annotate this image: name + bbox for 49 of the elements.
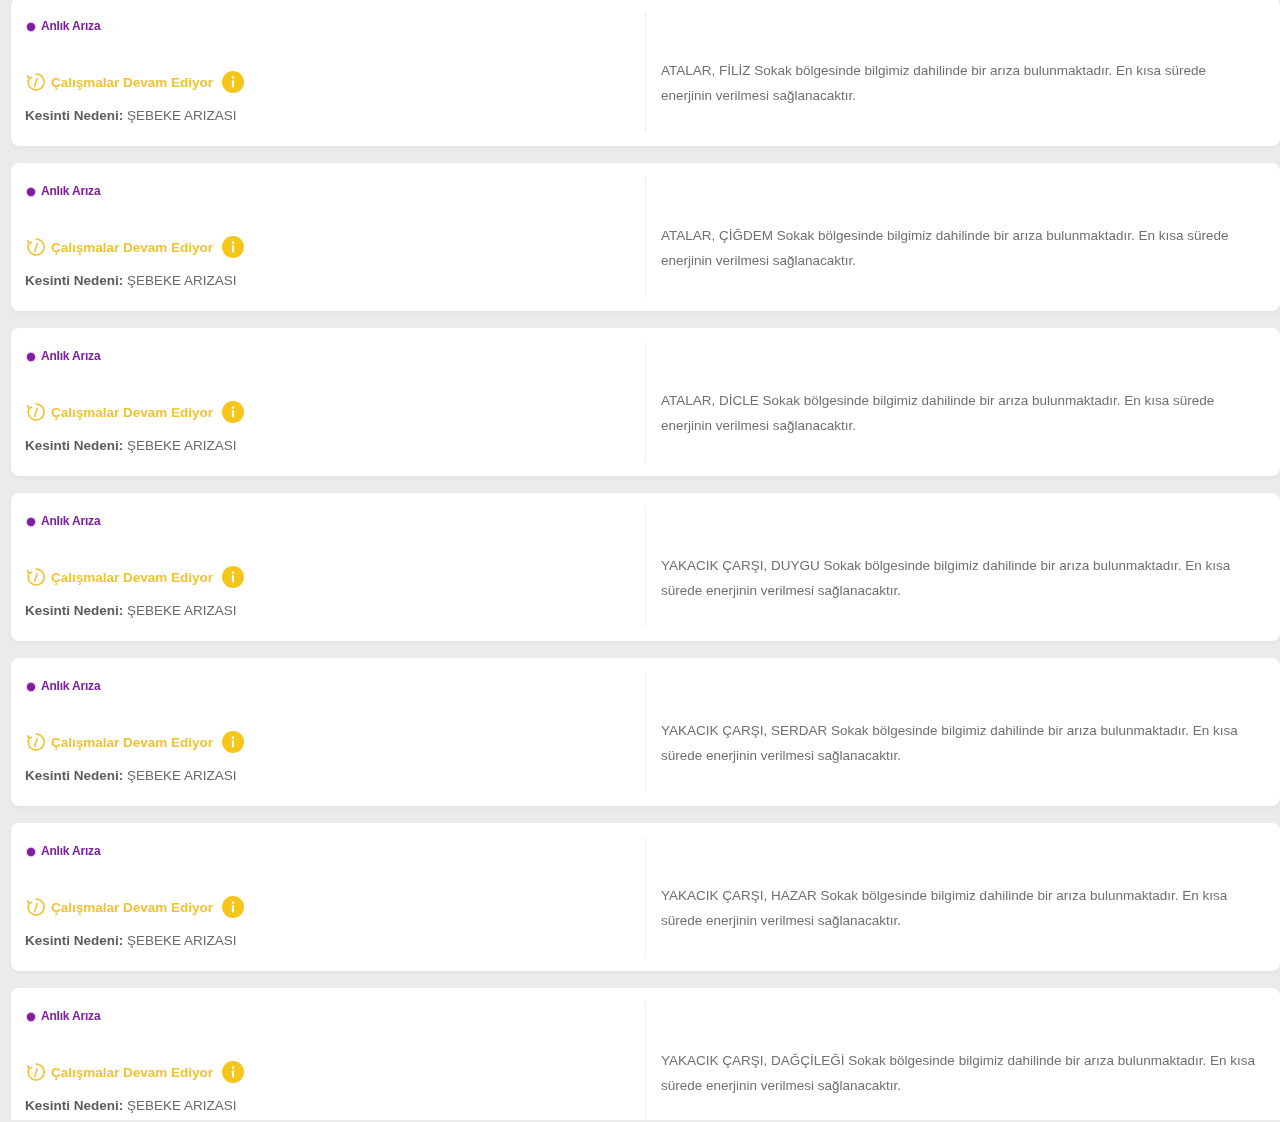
outage-cause: Kesinti Nedeni: ŞEBEKE ARIZASI	[25, 1097, 237, 1115]
outage-type: Anlık Arıza	[41, 19, 101, 33]
info-icon[interactable]	[222, 1061, 245, 1083]
info-icon[interactable]	[222, 236, 245, 258]
status-text: Çalışmalar Devam Ediyor	[51, 569, 214, 585]
outage-type: Anlık Arıza	[41, 514, 101, 528]
dot-icon	[25, 681, 37, 693]
dot-icon	[25, 351, 37, 363]
clock-icon	[26, 72, 46, 92]
clock-icon	[26, 732, 46, 752]
outage-description: YAKACIK ÇARŞI, DUYGU Sokak bölgesinde bilgimiz dahilinde bir arıza bulunmaktadır. En kısa sürede enerjinin verilmesi sağlanacaktır.	[661, 557, 1232, 600]
status-text: Çalışmalar Devam Ediyor	[51, 74, 214, 90]
dot-icon	[25, 516, 37, 528]
outage-description: ATALAR, FİLİZ Sokak bölgesinde bilgimiz dahilinde bir arıza bulunmaktadır. En kısa sürede enerjinin verilmesi sağlanacaktır.	[661, 62, 1208, 105]
status-text: Çalışmalar Devam Ediyor	[51, 404, 214, 420]
clock-icon	[26, 402, 46, 422]
outage-type: Anlık Arıza	[41, 1009, 101, 1023]
dot-icon	[25, 1011, 37, 1023]
status-text: Çalışmalar Devam Ediyor	[51, 1064, 214, 1080]
outage-description: YAKACIK ÇARŞI, HAZAR Sokak bölgesinde bilgimiz dahilinde bir arıza bulunmaktadır. En kısa sürede enerjinin verilmesi sağlanacaktır.	[661, 887, 1229, 930]
dot-icon	[25, 21, 37, 33]
outage-cause: Kesinti Nedeni: ŞEBEKE ARIZASI	[25, 107, 237, 125]
outage-description: ATALAR, DİCLE Sokak bölgesinde bilgimiz dahilinde bir arıza bulunmaktadır. En kısa sürede enerjinin verilmesi sağlanacaktır.	[661, 392, 1216, 435]
info-icon[interactable]	[222, 566, 245, 588]
dot-icon	[25, 846, 37, 858]
outage-cause: Kesinti Nedeni: ŞEBEKE ARIZASI	[25, 437, 237, 455]
outage-type: Anlık Arıza	[41, 679, 101, 693]
info-icon[interactable]	[222, 896, 245, 918]
info-icon[interactable]	[222, 731, 245, 753]
outage-cause: Kesinti Nedeni: ŞEBEKE ARIZASI	[25, 602, 237, 620]
status-text: Çalışmalar Devam Ediyor	[51, 239, 214, 255]
status-text: Çalışmalar Devam Ediyor	[51, 899, 214, 915]
outage-description: YAKACIK ÇARŞI, SERDAR Sokak bölgesinde bilgimiz dahilinde bir arıza bulunmaktadır. En kısa sürede enerjinin verilmesi sağlanacaktır.	[661, 722, 1239, 765]
info-icon[interactable]	[222, 401, 245, 423]
clock-icon	[26, 237, 46, 257]
outage-type: Anlık Arıza	[41, 844, 101, 858]
status-text: Çalışmalar Devam Ediyor	[51, 734, 214, 750]
outage-type: Anlık Arıza	[41, 184, 101, 198]
outage-description: ATALAR, ÇİĞDEM Sokak bölgesinde bilgimiz dahilinde bir arıza bulunmaktadır. En kısa sürede enerjinin verilmesi sağlanacaktır.	[661, 227, 1230, 270]
dot-icon	[25, 186, 37, 198]
clock-icon	[26, 567, 46, 587]
outage-type: Anlık Arıza	[41, 349, 101, 363]
info-icon[interactable]	[222, 71, 245, 93]
clock-icon	[26, 1062, 46, 1082]
outage-description: YAKACIK ÇARŞI, DAĞÇİLEĞİ Sokak bölgesinde bilgimiz dahilinde bir arıza bulunmaktadır. En kısa sürede enerjinin verilmesi sağlanacaktır.	[661, 1052, 1256, 1095]
clock-icon	[26, 897, 46, 917]
outage-cause: Kesinti Nedeni: ŞEBEKE ARIZASI	[25, 272, 237, 290]
outage-cause: Kesinti Nedeni: ŞEBEKE ARIZASI	[25, 767, 237, 785]
outage-cause: Kesinti Nedeni: ŞEBEKE ARIZASI	[25, 932, 237, 950]
